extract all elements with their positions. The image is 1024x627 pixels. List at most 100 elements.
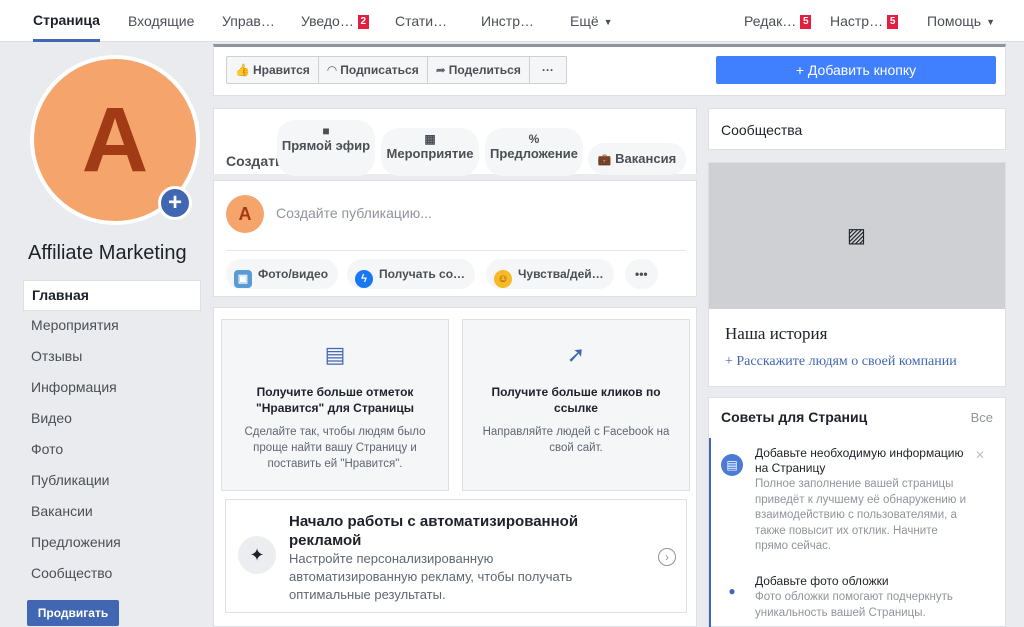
percent-icon: % xyxy=(528,132,540,146)
settings-badge: 5 xyxy=(887,15,899,29)
action-button-group: 👍 Нравится ◠ Подписаться ➦ Поделиться ··· xyxy=(226,56,567,84)
feeling-label: Чувства/дей… xyxy=(518,267,604,281)
more-actions-button[interactable]: ··· xyxy=(530,57,566,83)
promote-button[interactable]: Продвигать xyxy=(27,600,119,626)
photo-video-button[interactable]: ▣ Фото/видео xyxy=(226,259,339,289)
promo-section: ▤ Получите больше отметок "Нравится" для… xyxy=(213,307,697,627)
notifications-badge: 2 xyxy=(357,15,369,29)
tip-title[interactable]: Добавьте фото обложки xyxy=(755,574,965,589)
photo-icon: ▣ xyxy=(234,270,252,288)
page-layout-icon: ▤ xyxy=(324,342,346,367)
caret-down-icon: ▼ xyxy=(603,17,613,27)
nav-item-offers[interactable]: Предложения xyxy=(23,528,201,559)
tab-label: Управ… xyxy=(222,13,275,29)
calendar-icon: ▦ xyxy=(424,132,436,146)
like-label: Нравится xyxy=(252,63,310,77)
nav-item-photos[interactable]: Фото xyxy=(23,435,201,466)
nav-item-home[interactable]: Главная xyxy=(23,280,201,311)
tab-manage[interactable]: Управ… xyxy=(222,0,275,42)
nav-item-events[interactable]: Мероприятия xyxy=(23,311,201,342)
thumbs-up-icon: 👍 xyxy=(235,63,250,77)
cursor-icon: ➚ xyxy=(566,342,586,367)
tell-story-link[interactable]: + Расскажите людям о своей компании xyxy=(725,354,957,370)
tab-page[interactable]: Страница xyxy=(33,0,100,42)
live-video-button[interactable]: ■ Прямой эфир xyxy=(277,120,375,176)
automated-ads-title: Начало работы с автоматизированной рекла… xyxy=(289,513,579,549)
tab-edit[interactable]: Редак… 5 xyxy=(744,0,812,42)
nav-item-jobs[interactable]: Вакансии xyxy=(23,497,201,528)
card-description: Сделайте так, чтобы людям было проще най… xyxy=(244,426,426,470)
job-button[interactable]: 💼 Вакансия xyxy=(588,143,686,175)
see-all-link[interactable]: Все xyxy=(971,410,993,425)
close-icon[interactable]: ✕ xyxy=(975,448,985,462)
live-label: Прямой эфир xyxy=(281,138,371,153)
lightbulb-icon: ● xyxy=(728,584,736,598)
tip-description: Фото обложки помогают подчеркнуть уникал… xyxy=(755,591,953,619)
video-camera-icon: ■ xyxy=(322,124,330,138)
add-photo-plus-icon[interactable]: + xyxy=(158,186,192,220)
share-button[interactable]: ➦ Поделиться xyxy=(428,57,530,83)
like-button[interactable]: 👍 Нравится xyxy=(227,57,319,83)
tip-description: Полное заполнение вашей страницы приведё… xyxy=(755,478,966,552)
edit-badge: 5 xyxy=(800,15,812,29)
tab-more[interactable]: Ещё ▼ xyxy=(570,0,613,42)
composer-avatar: A xyxy=(226,195,264,233)
chevron-right-icon[interactable]: › xyxy=(658,548,676,566)
tab-label: Настр… xyxy=(830,13,884,29)
event-button[interactable]: ▦ Мероприятие xyxy=(381,128,479,176)
create-label: Создать xyxy=(226,153,284,169)
tip-title[interactable]: Добавьте необходимую информацию на Стран… xyxy=(755,446,965,476)
nav-item-community[interactable]: Сообщество xyxy=(23,559,201,590)
share-arrow-icon: ➦ xyxy=(435,63,446,77)
event-label: Мероприятие xyxy=(386,146,474,161)
messenger-icon: ϟ xyxy=(355,270,373,288)
page-action-bar: 👍 Нравится ◠ Подписаться ➦ Поделиться ··· +… xyxy=(213,44,1006,96)
composer-input[interactable]: Создайте публикацию... xyxy=(276,205,432,221)
clicks-promo-card[interactable]: ➚ Получите больше кликов по ссылке Напра… xyxy=(462,319,690,491)
add-photo-icon: ▨ xyxy=(847,225,866,247)
add-button[interactable]: + Добавить кнопку xyxy=(716,56,996,84)
automated-ads-description: Настройте персонализированную автоматизи… xyxy=(289,551,573,602)
tab-notifications[interactable]: Уведо… 2 xyxy=(301,0,369,42)
nav-item-videos[interactable]: Видео xyxy=(23,404,201,435)
tips-heading: Советы для Страниц xyxy=(721,409,868,425)
composer-more-button[interactable]: ••• xyxy=(625,259,658,289)
tab-settings[interactable]: Настр… 5 xyxy=(830,0,899,42)
communities-label: Сообщества xyxy=(721,122,803,138)
feeling-activity-button[interactable]: ☺ Чувства/дей… xyxy=(486,259,614,289)
caret-down-icon: ▼ xyxy=(986,17,995,27)
card-title: Получите больше отметок "Нравится" для С… xyxy=(256,385,414,415)
job-label: Вакансия xyxy=(615,151,677,166)
follow-button[interactable]: ◠ Подписаться xyxy=(319,57,428,83)
follow-label: Подписаться xyxy=(340,63,419,77)
story-cover-placeholder[interactable]: ▨ xyxy=(709,163,1005,309)
page-name[interactable]: Affiliate Marketing xyxy=(28,242,187,265)
post-composer: A Создайте публикацию... ▣ Фото/видео ϟ По… xyxy=(213,180,697,297)
photo-label: Фото/видео xyxy=(258,267,329,281)
get-messages-button[interactable]: ϟ Получать со… xyxy=(347,259,476,289)
tab-label: Редак… xyxy=(744,13,797,29)
tab-label: Уведо… xyxy=(301,13,354,29)
nav-item-info[interactable]: Информация xyxy=(23,373,201,404)
messages-label: Получать со… xyxy=(379,267,466,281)
nav-item-posts[interactable]: Публикации xyxy=(23,466,201,497)
card-title: Получите больше кликов по ссылке xyxy=(491,385,661,415)
tab-label: Инстр… xyxy=(481,13,534,29)
briefcase-icon: 💼 xyxy=(597,154,612,166)
offer-button[interactable]: % Предложение xyxy=(485,128,583,176)
automated-ads-card[interactable]: ✦ Начало работы с автоматизированной рек… xyxy=(225,499,687,613)
tab-tools[interactable]: Инстр… xyxy=(481,0,534,42)
tab-help[interactable]: Помощь ▼ xyxy=(927,0,995,42)
tab-inbox[interactable]: Входящие xyxy=(128,0,194,42)
nav-item-reviews[interactable]: Отзывы xyxy=(23,342,201,373)
top-navigation: Страница Входящие Управ… Уведо… 2 Стати… … xyxy=(0,0,1024,42)
likes-promo-card[interactable]: ▤ Получите больше отметок "Нравится" для… xyxy=(221,319,449,491)
card-description: Направляйте людей с Facebook на свой сай… xyxy=(482,426,670,454)
tab-label: Помощь xyxy=(927,13,982,29)
story-title: Наша история xyxy=(725,324,828,343)
our-story-panel: ▨ Наша история + Расскажите людям о свое… xyxy=(708,162,1006,387)
create-bar: Создать ■ Прямой эфир ▦ Мероприятие % Пр… xyxy=(213,108,697,176)
communities-panel[interactable]: Сообщества xyxy=(708,108,1006,150)
divider xyxy=(226,250,686,251)
tab-statistics[interactable]: Стати… xyxy=(395,0,447,42)
